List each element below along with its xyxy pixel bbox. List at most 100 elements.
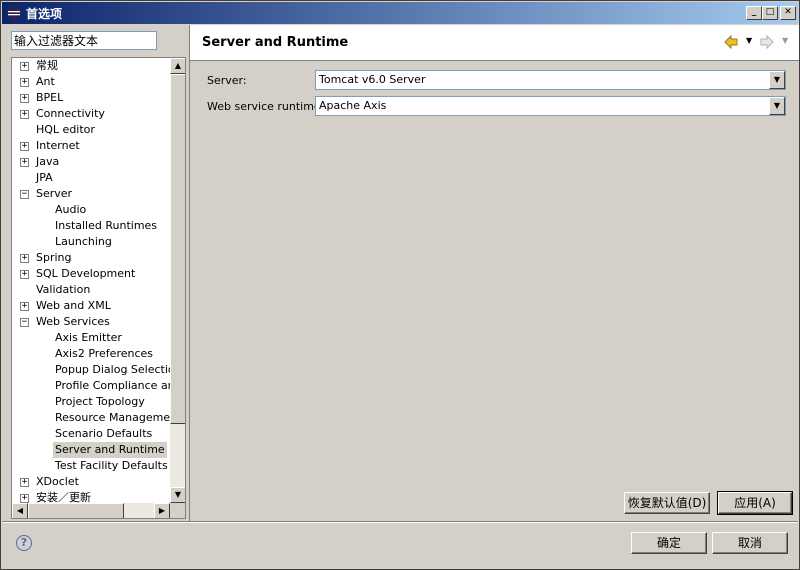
tree-item[interactable]: Audio [12, 202, 170, 218]
preferences-window: 首选项 _ □ ✕ + 常规 + Ant + BPEL + Connectivity HQL e… [0, 0, 800, 570]
scroll-thumb[interactable] [170, 74, 185, 424]
collapse-icon[interactable]: − [20, 190, 29, 199]
scroll-down-icon[interactable]: ▼ [170, 487, 185, 503]
runtime-combo[interactable]: Apache Axis ▼ [315, 96, 786, 116]
tree-item[interactable]: + Spring [12, 250, 170, 266]
minimize-button[interactable]: _ [746, 6, 762, 20]
expand-icon[interactable]: + [20, 302, 29, 311]
back-dropdown-icon[interactable]: ▼ [746, 36, 752, 45]
tree-item[interactable]: + BPEL [12, 90, 170, 106]
expand-icon[interactable]: + [20, 110, 29, 119]
tree-item[interactable]: + Web and XML [12, 298, 170, 314]
tree-item-label: SQL Development [36, 267, 136, 280]
tree-item-label: JPA [36, 171, 53, 184]
tree-item[interactable]: + Java [12, 154, 170, 170]
tree-item-label: HQL editor [36, 123, 95, 136]
runtime-label: Web service runtime: [207, 100, 325, 113]
arrow-left-icon[interactable] [724, 35, 738, 49]
tree-item[interactable]: − Server [12, 186, 170, 202]
tree-item[interactable]: + 常规 [12, 58, 170, 74]
expand-icon[interactable]: + [20, 142, 29, 151]
tree-item-label: Profile Compliance and V [55, 379, 186, 392]
help-icon[interactable]: ? [16, 535, 32, 551]
arrow-right-icon[interactable] [760, 35, 774, 49]
tree-item[interactable]: + Internet [12, 138, 170, 154]
tree-item-label: 常规 [36, 59, 58, 72]
tree-item[interactable]: + Ant [12, 74, 170, 90]
tree-item-label: Resource Management [55, 411, 182, 424]
server-label: Server: [207, 74, 247, 87]
restore-defaults-button[interactable]: 恢复默认值(D) [624, 492, 710, 514]
tree-horizontal-scrollbar[interactable]: ◀ ▶ [12, 503, 170, 518]
tree-item[interactable]: Scenario Defaults [12, 426, 170, 442]
tree-item[interactable]: HQL editor [12, 122, 170, 138]
expand-icon[interactable]: + [20, 254, 29, 263]
tree-item[interactable]: Resource Management [12, 410, 181, 426]
tree-item[interactable]: Profile Compliance and V [12, 378, 185, 394]
tree-item[interactable]: − Web Services [12, 314, 170, 330]
tree-item[interactable]: Installed Runtimes [12, 218, 170, 234]
window-title: 首选项 [26, 7, 63, 21]
tree-item-label: Axis Emitter [55, 331, 122, 344]
scroll-left-icon[interactable]: ◀ [12, 503, 28, 518]
expand-icon[interactable]: + [20, 270, 29, 279]
content-pane: Server and Runtime ▼ ▼ Server: Tomcat v6… [189, 25, 799, 521]
tree-item[interactable]: Popup Dialog Selection [12, 362, 182, 378]
tree-item[interactable]: Launching [12, 234, 170, 250]
tree-item[interactable]: Axis2 Preferences [12, 346, 170, 362]
tree-item[interactable]: + SQL Development [12, 266, 170, 282]
preferences-tree: + 常规 + Ant + BPEL + Connectivity HQL editor + Inte… [11, 57, 186, 519]
tree-item-label: Server [36, 187, 73, 200]
tree-item-label: XDoclet [36, 475, 79, 488]
expand-icon[interactable]: + [20, 494, 29, 503]
tree-item-label: Connectivity [36, 107, 105, 120]
eclipse-icon [7, 6, 21, 20]
collapse-icon[interactable]: − [20, 318, 29, 327]
server-combo-value: Tomcat v6.0 Server [319, 73, 426, 86]
expand-icon[interactable]: + [20, 478, 29, 487]
page-title: Server and Runtime [202, 35, 349, 50]
tree-item-label: Test Facility Defaults [55, 459, 168, 472]
ok-button[interactable]: 确定 [631, 532, 707, 554]
expand-icon[interactable]: + [20, 158, 29, 167]
expand-icon[interactable]: + [20, 78, 29, 87]
apply-button[interactable]: 应用(A) [717, 491, 793, 515]
tree-item-label: Web and XML [36, 299, 111, 312]
scroll-right-icon[interactable]: ▶ [154, 503, 170, 518]
tree-item-label: Axis2 Preferences [55, 347, 154, 360]
tree-item-label: Validation [36, 283, 91, 296]
tree-item-label: Ant [36, 75, 55, 88]
expand-icon[interactable]: + [20, 62, 29, 71]
scroll-up-icon[interactable]: ▲ [170, 58, 185, 74]
tree-item[interactable]: Validation [12, 282, 170, 298]
filter-input[interactable] [11, 31, 157, 50]
bottom-separator [2, 521, 798, 523]
tree-item[interactable]: Server and Runtime [12, 442, 170, 458]
tree-item[interactable]: Axis Emitter [12, 330, 170, 346]
tree-item-label: Installed Runtimes [55, 219, 158, 232]
tree-item[interactable]: + Connectivity [12, 106, 170, 122]
close-button[interactable]: ✕ [780, 6, 796, 20]
h-scroll-thumb[interactable] [28, 503, 124, 518]
tree-item-label: Web Services [36, 315, 110, 328]
tree-item-label: Server and Runtime [53, 442, 167, 458]
scroll-corner [170, 503, 185, 518]
tree-item-label: Internet [36, 139, 80, 152]
maximize-button[interactable]: □ [762, 6, 778, 20]
tree-item-label: BPEL [36, 91, 64, 104]
tree-item-label: Launching [55, 235, 112, 248]
tree-item[interactable]: JPA [12, 170, 170, 186]
expand-icon[interactable]: + [20, 94, 29, 103]
cancel-button[interactable]: 取消 [712, 532, 788, 554]
tree-item[interactable]: Project Topology [12, 394, 170, 410]
tree-item-label: Project Topology [55, 395, 145, 408]
server-combo[interactable]: Tomcat v6.0 Server ▼ [315, 70, 786, 90]
forward-dropdown-icon[interactable]: ▼ [782, 36, 788, 45]
tree-item[interactable]: + XDoclet [12, 474, 170, 490]
tree-item[interactable]: Test Facility Defaults [12, 458, 170, 474]
title-bar: 首选项 _ □ ✕ [2, 2, 798, 24]
tree-item-label: Popup Dialog Selection [55, 363, 182, 376]
chevron-down-icon[interactable]: ▼ [769, 97, 785, 115]
chevron-down-icon[interactable]: ▼ [769, 71, 785, 89]
tree-vertical-scrollbar[interactable]: ▲ ▼ [170, 58, 185, 503]
